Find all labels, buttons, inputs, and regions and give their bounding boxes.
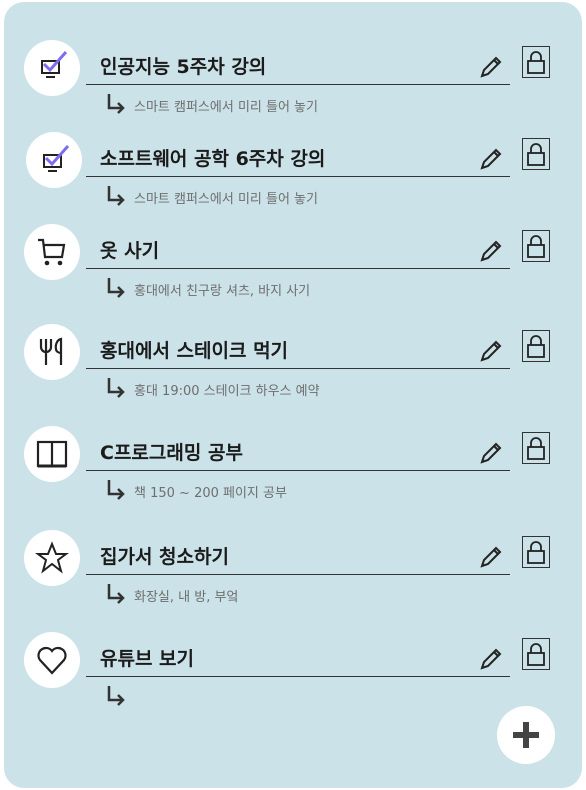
pencil-icon[interactable] (478, 646, 504, 672)
cart-icon[interactable] (24, 224, 80, 280)
todo-item[interactable]: 소프트웨어 공학 6주차 강의 스마트 캠퍼스에서 미리 틀어 놓기 (4, 132, 582, 222)
divider (86, 176, 510, 177)
lock-button[interactable] (522, 638, 550, 670)
book-icon[interactable] (24, 426, 80, 482)
divider (86, 676, 510, 677)
subtask-arrow-icon (107, 378, 125, 398)
lock-icon (527, 643, 545, 666)
fork-knife-icon[interactable] (24, 324, 80, 380)
lock-button[interactable] (522, 330, 550, 362)
divider (86, 268, 510, 269)
pencil-icon[interactable] (478, 544, 504, 570)
todo-note: 스마트 캠퍼스에서 미리 틀어 놓기 (134, 192, 318, 207)
checked-monitor-icon[interactable] (24, 40, 80, 96)
todo-note: 화장실, 내 방, 부엌 (134, 590, 239, 605)
pencil-icon[interactable] (478, 338, 504, 364)
heart-icon[interactable] (24, 632, 80, 688)
pencil-icon[interactable] (478, 54, 504, 80)
subtask-arrow-icon (107, 584, 125, 604)
todo-item[interactable]: C프로그래밍 공부 책 150 ~ 200 페이지 공부 (4, 426, 582, 516)
todo-item[interactable]: 홍대에서 스테이크 먹기 홍대 19:00 스테이크 하우스 예약 (4, 324, 582, 414)
star-icon[interactable] (24, 530, 80, 586)
todo-note: 스마트 캠퍼스에서 미리 틀어 놓기 (134, 100, 318, 115)
lock-icon (527, 51, 545, 74)
subtask-arrow-icon (107, 278, 125, 298)
pencil-icon[interactable] (478, 146, 504, 172)
todo-title[interactable]: C프로그래밍 공부 (100, 438, 243, 465)
subtask-arrow-icon (107, 480, 125, 500)
subtask-arrow-icon (107, 94, 125, 114)
lock-button[interactable] (522, 536, 550, 568)
todo-title[interactable]: 옷 사기 (100, 236, 159, 263)
lock-button[interactable] (522, 46, 550, 78)
todo-note: 홍대에서 친구랑 셔츠, 바지 사기 (134, 284, 311, 299)
todo-item[interactable]: 집가서 청소하기 화장실, 내 방, 부엌 (4, 530, 582, 620)
todo-title[interactable]: 소프트웨어 공학 6주차 강의 (100, 144, 325, 171)
todo-note: 홍대 19:00 스테이크 하우스 예약 (134, 384, 320, 399)
todo-title[interactable]: 홍대에서 스테이크 먹기 (100, 336, 288, 363)
lock-button[interactable] (522, 138, 550, 170)
divider (86, 84, 510, 85)
add-button[interactable] (497, 706, 555, 764)
lock-icon (527, 437, 545, 460)
subtask-arrow-icon (107, 686, 125, 706)
todo-item[interactable]: 옷 사기 홍대에서 친구랑 셔츠, 바지 사기 (4, 224, 582, 314)
pencil-icon[interactable] (478, 238, 504, 264)
lock-icon (527, 235, 545, 258)
todo-title[interactable]: 인공지능 5주차 강의 (100, 52, 266, 79)
subtask-arrow-icon (107, 186, 125, 206)
todo-item[interactable]: 인공지능 5주차 강의 스마트 캠퍼스에서 미리 틀어 놓기 (4, 40, 582, 130)
lock-button[interactable] (522, 432, 550, 464)
todo-note: 책 150 ~ 200 페이지 공부 (134, 486, 287, 501)
pencil-icon[interactable] (478, 440, 504, 466)
todo-item[interactable]: 유튜브 보기 (4, 632, 582, 722)
plus-icon (513, 722, 539, 748)
todo-panel: 인공지능 5주차 강의 스마트 캠퍼스에서 미리 틀어 놓기 소프트웨어 공학 … (4, 2, 582, 788)
todo-title[interactable]: 유튜브 보기 (100, 644, 194, 671)
todo-title[interactable]: 집가서 청소하기 (100, 542, 229, 569)
divider (86, 574, 510, 575)
divider (86, 368, 510, 369)
lock-icon (527, 541, 545, 564)
lock-icon (527, 335, 545, 358)
checked-monitor-icon[interactable] (26, 132, 82, 188)
divider (86, 470, 510, 471)
lock-button[interactable] (522, 230, 550, 262)
lock-icon (527, 143, 545, 166)
